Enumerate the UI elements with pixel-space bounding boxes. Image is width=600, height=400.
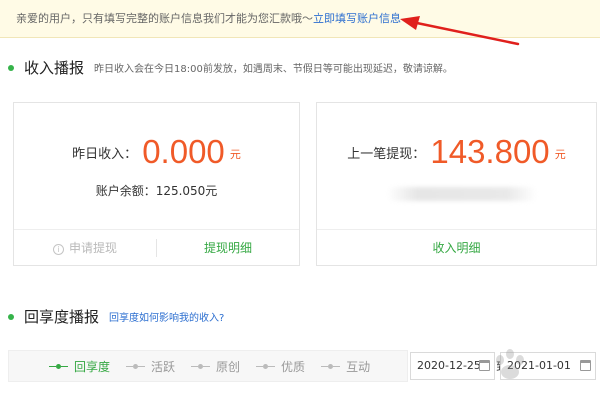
blurred-info (387, 187, 537, 201)
notice-text: 亲爱的用户，只有填写完整的账户信息我们才能为您汇款哦～ (16, 12, 313, 25)
yesterday-income-label: 昨日收入： (72, 147, 138, 162)
yesterday-income-amount: 0.000 (142, 133, 225, 170)
income-section-header: 收入播报 昨日收入会在今日18:00前发放，如遇周末、节假日等可能出现延迟，敬请… (8, 57, 453, 78)
last-withdraw-unit: 元 (554, 148, 566, 161)
info-icon: i (52, 244, 64, 255)
last-withdraw-amount: 143.800 (430, 133, 550, 170)
last-withdraw-row: 上一笔提现： 143.800 元 (317, 133, 596, 171)
filter-label: 原创 (216, 359, 241, 374)
filter-original[interactable]: 原创 (191, 358, 240, 375)
date-from-value: 2020-12-25 (417, 359, 481, 372)
last-withdraw-label: 上一笔提现： (347, 147, 426, 162)
date-to-input[interactable]: 2021-01-01 (500, 352, 596, 380)
date-to-value: 2021-01-01 (507, 359, 571, 372)
income-section-title: 收入播报 (24, 59, 85, 77)
yesterday-income-actions: i 申请提现 提现明细 (14, 229, 299, 265)
filter-label: 互动 (346, 359, 371, 374)
last-withdraw-card: 上一笔提现： 143.800 元 收入明细 (316, 102, 597, 266)
account-balance: 账户余额：125.050元 (95, 184, 218, 198)
apply-withdraw-button[interactable]: i 申请提现 (14, 239, 156, 256)
filter-label: 活跃 (151, 359, 176, 374)
date-from-input[interactable]: 2020-12-25 (410, 352, 495, 380)
calendar-icon[interactable] (580, 360, 591, 371)
metric-filter-bar: 回享度 活跃 原创 优质 互动 (8, 350, 408, 382)
share-section-header: 回享度播报 回享度如何影响我的收入? (8, 306, 224, 327)
filter-label: 优质 (281, 359, 306, 374)
filter-active[interactable]: 活跃 (126, 358, 175, 375)
notice-bar: 亲爱的用户，只有填写完整的账户信息我们才能为您汇款哦～立即填写账户信息 (0, 0, 600, 38)
legend-marker-icon (256, 363, 276, 369)
filter-quality[interactable]: 优质 (256, 358, 305, 375)
withdraw-detail-button[interactable]: 提现明细 (157, 239, 299, 256)
apply-withdraw-label: 申请提现 (68, 241, 117, 255)
last-withdraw-actions: 收入明细 (317, 229, 596, 265)
filter-label: 回享度 (74, 359, 111, 374)
section-dot (8, 64, 14, 71)
income-detail-button[interactable]: 收入明细 (317, 239, 596, 256)
share-influence-link[interactable]: 回享度如何影响我的收入? (109, 309, 224, 324)
legend-marker-icon (126, 363, 146, 369)
legend-marker-icon (191, 363, 211, 369)
filter-share-degree[interactable]: 回享度 (49, 358, 110, 375)
calendar-icon[interactable] (479, 360, 490, 371)
share-section-title: 回享度播报 (24, 308, 100, 326)
legend-marker-icon (321, 363, 341, 369)
yesterday-income-card: 昨日收入： 0.000 元 账户余额：125.050元 i 申请提现 提现明细 (13, 102, 300, 266)
section-dot (8, 313, 14, 320)
yesterday-income-unit: 元 (229, 148, 241, 161)
filter-interaction[interactable]: 互动 (321, 358, 370, 375)
yesterday-income-row: 昨日收入： 0.000 元 (14, 133, 299, 171)
legend-marker-icon (49, 363, 68, 369)
income-section-subtitle: 昨日收入会在今日18:00前发放，如遇周末、节假日等可能出现延迟，敬请谅解。 (94, 64, 453, 75)
fill-account-info-link[interactable]: 立即填写账户信息 (313, 12, 401, 25)
